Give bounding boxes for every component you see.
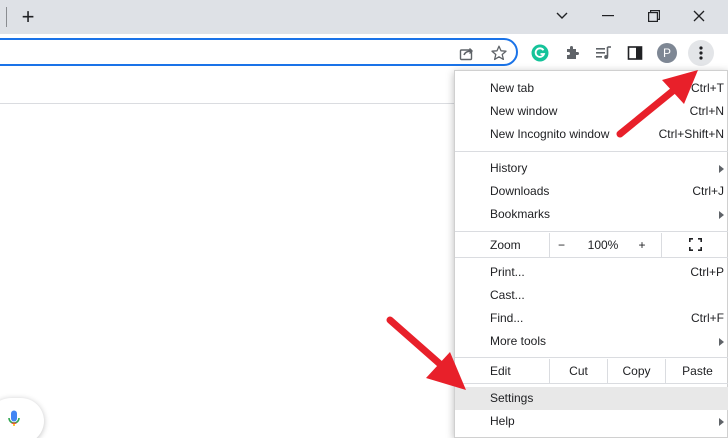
tab-search-button[interactable] xyxy=(539,0,585,32)
maximize-icon xyxy=(648,10,660,22)
zoom-row: Zoom − 100% + xyxy=(455,233,728,257)
submenu-arrow-icon xyxy=(719,338,724,346)
restore-button[interactable] xyxy=(631,0,677,32)
extensions-button[interactable] xyxy=(561,42,583,64)
zoom-label: Zoom xyxy=(490,238,521,252)
menu-item-downloads[interactable]: Downloads Ctrl+J xyxy=(455,180,728,203)
menu-item-settings[interactable]: Settings xyxy=(455,387,728,410)
grammarly-extension[interactable] xyxy=(529,42,551,64)
menu-separator xyxy=(455,151,728,152)
menu-item-label: Print... xyxy=(490,265,525,279)
menu-separator xyxy=(455,383,728,384)
menu-item-find[interactable]: Find... Ctrl+F xyxy=(455,307,728,330)
menu-item-label: More tools xyxy=(490,334,547,348)
submenu-arrow-icon xyxy=(719,165,724,173)
menu-item-cast[interactable]: Cast... xyxy=(455,284,728,307)
annotation-arrow-settings xyxy=(386,316,466,390)
menu-item-label: Help xyxy=(490,414,515,428)
close-icon xyxy=(693,10,705,22)
zoom-out-button[interactable]: − xyxy=(549,233,573,257)
paste-button[interactable]: Paste xyxy=(665,359,728,383)
annotation-arrow-menu xyxy=(616,70,698,138)
minimize-button[interactable] xyxy=(585,0,631,32)
menu-item-label: History xyxy=(490,161,528,175)
media-queue-icon xyxy=(596,46,611,59)
menu-item-label: Find... xyxy=(490,311,524,325)
zoom-in-button[interactable]: + xyxy=(627,233,657,257)
mic-icon[interactable] xyxy=(8,410,20,428)
share-icon xyxy=(459,48,473,61)
menu-item-label: New tab xyxy=(490,81,535,95)
edit-row: Edit Cut Copy Paste xyxy=(455,359,728,383)
zoom-level: 100% xyxy=(587,238,619,252)
tab-strip: + xyxy=(0,0,728,34)
fullscreen-button[interactable] xyxy=(661,233,728,257)
menu-separator xyxy=(455,257,728,258)
submenu-arrow-icon xyxy=(719,418,724,426)
menu-item-history[interactable]: History xyxy=(455,157,728,180)
address-bar[interactable] xyxy=(0,38,518,66)
submenu-arrow-icon xyxy=(719,211,724,219)
menu-item-label: Cast... xyxy=(490,288,525,302)
menu-item-shortcut: Ctrl+F xyxy=(691,311,724,325)
grammarly-icon xyxy=(531,44,549,62)
menu-item-label: Downloads xyxy=(490,184,550,198)
menu-item-help[interactable]: Help xyxy=(455,410,728,433)
menu-item-more-tools[interactable]: More tools xyxy=(455,330,728,353)
menu-separator xyxy=(455,231,728,232)
menu-item-label: Bookmarks xyxy=(490,207,551,221)
menu-item-shortcut: Ctrl+P xyxy=(690,265,724,279)
menu-item-label: New Incognito window xyxy=(490,127,610,141)
search-box-card[interactable] xyxy=(0,398,44,438)
star-icon xyxy=(491,45,507,61)
menu-item-bookmarks[interactable]: Bookmarks xyxy=(455,203,728,226)
menu-item-label: New window xyxy=(490,104,558,118)
menu-item-label: Settings xyxy=(490,391,534,405)
cut-button[interactable]: Cut xyxy=(549,359,607,383)
menu-item-shortcut: Ctrl+J xyxy=(692,184,724,198)
edit-label: Edit xyxy=(490,364,511,378)
bookmark-star-button[interactable] xyxy=(488,42,510,64)
menu-separator xyxy=(455,357,728,358)
menu-item-print[interactable]: Print... Ctrl+P xyxy=(455,261,728,284)
tab-divider xyxy=(6,7,7,27)
chevron-down-icon xyxy=(556,12,568,19)
extensions-icon xyxy=(567,46,579,59)
close-button[interactable] xyxy=(676,0,722,32)
new-tab-button[interactable]: + xyxy=(16,5,40,29)
share-button[interactable] xyxy=(456,42,478,64)
copy-button[interactable]: Copy xyxy=(607,359,665,383)
fullscreen-icon xyxy=(689,238,702,251)
minimize-icon xyxy=(602,15,614,17)
